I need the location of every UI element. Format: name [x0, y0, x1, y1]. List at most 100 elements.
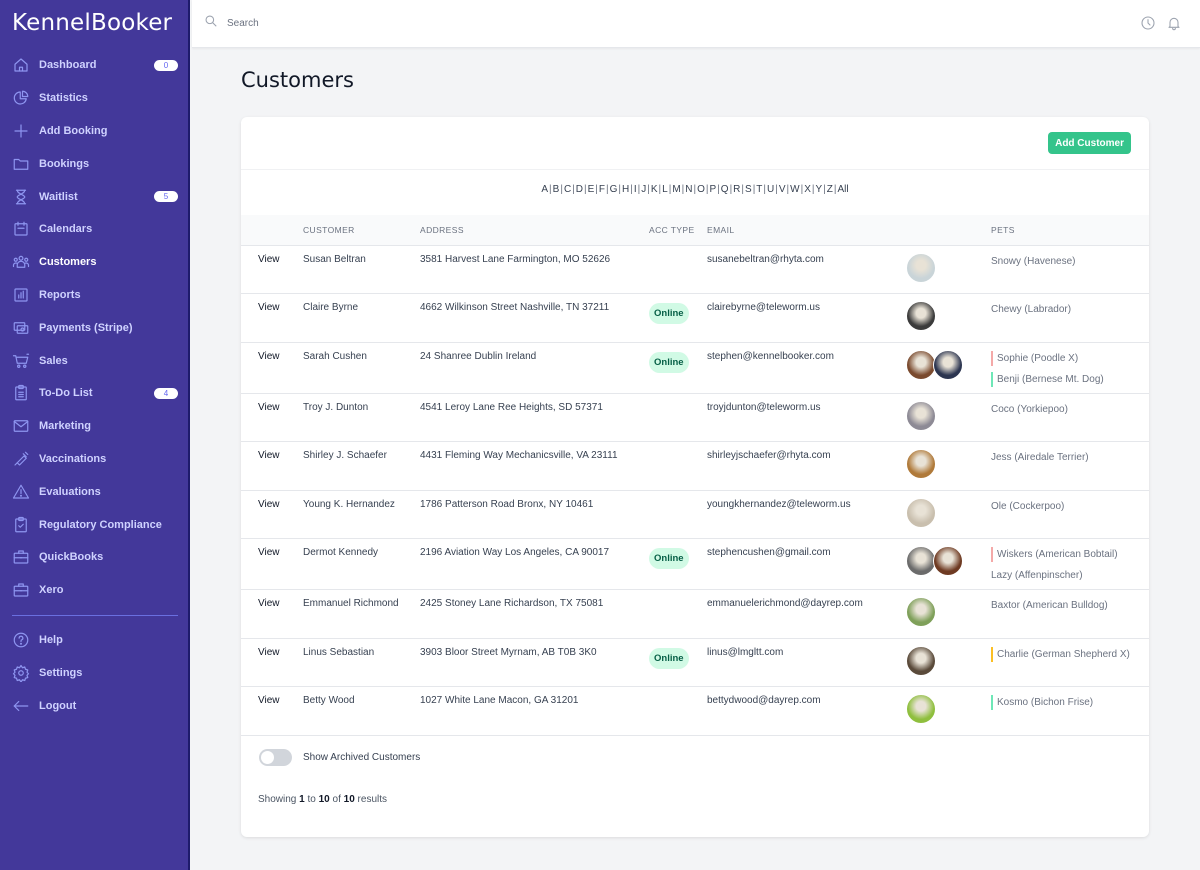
alphabet-filter-j[interactable]: J: [641, 184, 646, 195]
pet-avatar[interactable]: [906, 546, 936, 576]
sidebar-item-regulatory-compliance[interactable]: Regulatory Compliance: [0, 508, 190, 541]
sidebar-item-statistics[interactable]: Statistics: [0, 82, 190, 115]
view-link[interactable]: View: [241, 245, 303, 294]
alphabet-filter-b[interactable]: B: [553, 184, 560, 195]
alphabet-filter-l[interactable]: L: [662, 184, 668, 195]
search-input[interactable]: [227, 18, 527, 29]
view-link[interactable]: View: [241, 638, 303, 687]
alphabet-filter-o[interactable]: O: [697, 184, 705, 195]
acc-type-cell: [649, 245, 707, 294]
sidebar-item-customers[interactable]: Customers: [0, 246, 190, 279]
sidebar-item-reports[interactable]: Reports: [0, 279, 190, 312]
alphabet-filter-g[interactable]: G: [610, 184, 618, 195]
clipboard-list-icon: [12, 384, 30, 402]
view-link[interactable]: View: [241, 441, 303, 491]
bell-icon[interactable]: [1166, 15, 1182, 36]
alphabet-filter-p[interactable]: P: [710, 184, 717, 195]
view-link[interactable]: View: [241, 293, 303, 343]
pet-name[interactable]: Snowy (Havenese): [991, 254, 1149, 269]
show-archived-label: Show Archived Customers: [303, 752, 421, 763]
sidebar-item-payments-stripe[interactable]: Payments (Stripe): [0, 311, 190, 344]
customer-email: clairebyrne@teleworm.us: [707, 293, 906, 343]
alphabet-filter-u[interactable]: U: [767, 184, 774, 195]
view-link[interactable]: View: [241, 589, 303, 639]
pagination-summary: Showing 1 to 10 of 10 results: [258, 794, 387, 805]
alphabet-filter-x[interactable]: X: [804, 184, 811, 195]
sidebar-item-vaccinations[interactable]: Vaccinations: [0, 443, 190, 476]
sidebar-item-quickbooks[interactable]: QuickBooks: [0, 541, 190, 574]
view-link[interactable]: View: [241, 686, 303, 736]
alphabet-filter-i[interactable]: I: [634, 184, 637, 195]
sidebar-nav: Dashboard 0 Statistics Add Booking Bookings W…: [0, 49, 190, 722]
clock-icon[interactable]: [1140, 15, 1156, 36]
sidebar-item-logout[interactable]: Logout: [0, 689, 190, 722]
sidebar-item-waitlist[interactable]: Waitlist 5: [0, 180, 190, 213]
pet-name[interactable]: Kosmo (Bichon Frise): [991, 695, 1149, 710]
alphabet-filter-s[interactable]: S: [745, 184, 752, 195]
alphabet-filter-k[interactable]: K: [651, 184, 658, 195]
alphabet-separator: |: [647, 184, 650, 195]
sidebar-item-dashboard[interactable]: Dashboard 0: [0, 49, 190, 82]
app-logo[interactable]: KennelBooker: [12, 10, 172, 36]
pet-name[interactable]: Ole (Cockerpoo): [991, 499, 1149, 514]
pet-name[interactable]: Lazy (Affenpinscher): [991, 568, 1149, 583]
pet-avatar[interactable]: [906, 252, 936, 283]
alphabet-filter-all[interactable]: All: [837, 184, 848, 195]
sidebar-item-evaluations[interactable]: Evaluations: [0, 475, 190, 508]
pet-photos: [906, 538, 991, 590]
pet-name[interactable]: Sophie (Poodle X): [991, 350, 1149, 366]
pet-name[interactable]: Coco (Yorkiepoo): [991, 402, 1149, 417]
pet-avatar[interactable]: [906, 497, 936, 528]
view-link[interactable]: View: [241, 538, 303, 590]
sidebar-item-sales[interactable]: Sales: [0, 344, 190, 377]
alphabet-filter-c[interactable]: C: [564, 184, 571, 195]
alphabet-filter-w[interactable]: W: [790, 184, 799, 195]
sidebar-item-calendars[interactable]: Calendars: [0, 213, 190, 246]
alphabet-filter-e[interactable]: E: [588, 184, 595, 195]
view-link[interactable]: View: [241, 393, 303, 442]
pet-avatar[interactable]: [906, 597, 936, 627]
pet-avatar[interactable]: [906, 449, 936, 479]
pet-avatar[interactable]: [906, 645, 936, 676]
alphabet-filter-d[interactable]: D: [576, 184, 583, 195]
alphabet-filter-y[interactable]: Y: [815, 184, 822, 195]
pet-avatar[interactable]: [906, 349, 936, 380]
alphabet-filter-h[interactable]: H: [622, 184, 629, 195]
sidebar-item-label: Customers: [39, 256, 97, 269]
alphabet-filter-z[interactable]: Z: [827, 184, 833, 195]
pet-avatar[interactable]: [933, 349, 963, 380]
pet-name[interactable]: Jess (Airedale Terrier): [991, 450, 1149, 465]
pet-name[interactable]: Charlie (German Shepherd X): [991, 646, 1149, 662]
sidebar-item-xero[interactable]: Xero: [0, 574, 190, 607]
sidebar-item-to-do-list[interactable]: To-Do List 4: [0, 377, 190, 410]
alphabet-filter-a[interactable]: A: [541, 184, 548, 195]
sidebar-item-marketing[interactable]: Marketing: [0, 410, 190, 443]
briefcase-icon: [12, 548, 30, 566]
pet-name[interactable]: Wiskers (American Bobtail): [991, 547, 1149, 562]
alphabet-filter-t[interactable]: T: [756, 184, 762, 195]
alphabet-filter-r[interactable]: R: [733, 184, 740, 195]
home-icon: [12, 56, 30, 74]
pet-avatar[interactable]: [933, 546, 963, 576]
view-link[interactable]: View: [241, 342, 303, 394]
alphabet-filter-q[interactable]: Q: [721, 184, 729, 195]
sidebar: KennelBooker Dashboard 0 Statistics Add Boo…: [0, 0, 190, 870]
sidebar-item-help[interactable]: Help: [0, 624, 190, 657]
pet-name[interactable]: Chewy (Labrador): [991, 302, 1149, 317]
pet-avatar[interactable]: [906, 301, 936, 331]
sidebar-item-add-booking[interactable]: Add Booking: [0, 115, 190, 148]
show-archived-toggle[interactable]: [259, 749, 292, 766]
pet-name[interactable]: Benji (Bernese Mt. Dog): [991, 371, 1149, 387]
alphabet-filter-n[interactable]: N: [685, 184, 692, 195]
alphabet-filter-v[interactable]: V: [779, 184, 786, 195]
sidebar-item-bookings[interactable]: Bookings: [0, 147, 190, 180]
alphabet-filter-f[interactable]: F: [599, 184, 605, 195]
pets-cell: Wiskers (American Bobtail) Lazy (Affenpin…: [991, 538, 1149, 590]
pet-name[interactable]: Baxtor (American Bulldog): [991, 598, 1149, 613]
pet-avatar[interactable]: [906, 694, 936, 724]
sidebar-item-settings[interactable]: Settings: [0, 656, 190, 689]
alphabet-filter-m[interactable]: M: [672, 184, 680, 195]
view-link[interactable]: View: [241, 490, 303, 539]
pet-avatar[interactable]: [906, 400, 936, 431]
add-customer-button[interactable]: Add Customer: [1048, 132, 1131, 154]
